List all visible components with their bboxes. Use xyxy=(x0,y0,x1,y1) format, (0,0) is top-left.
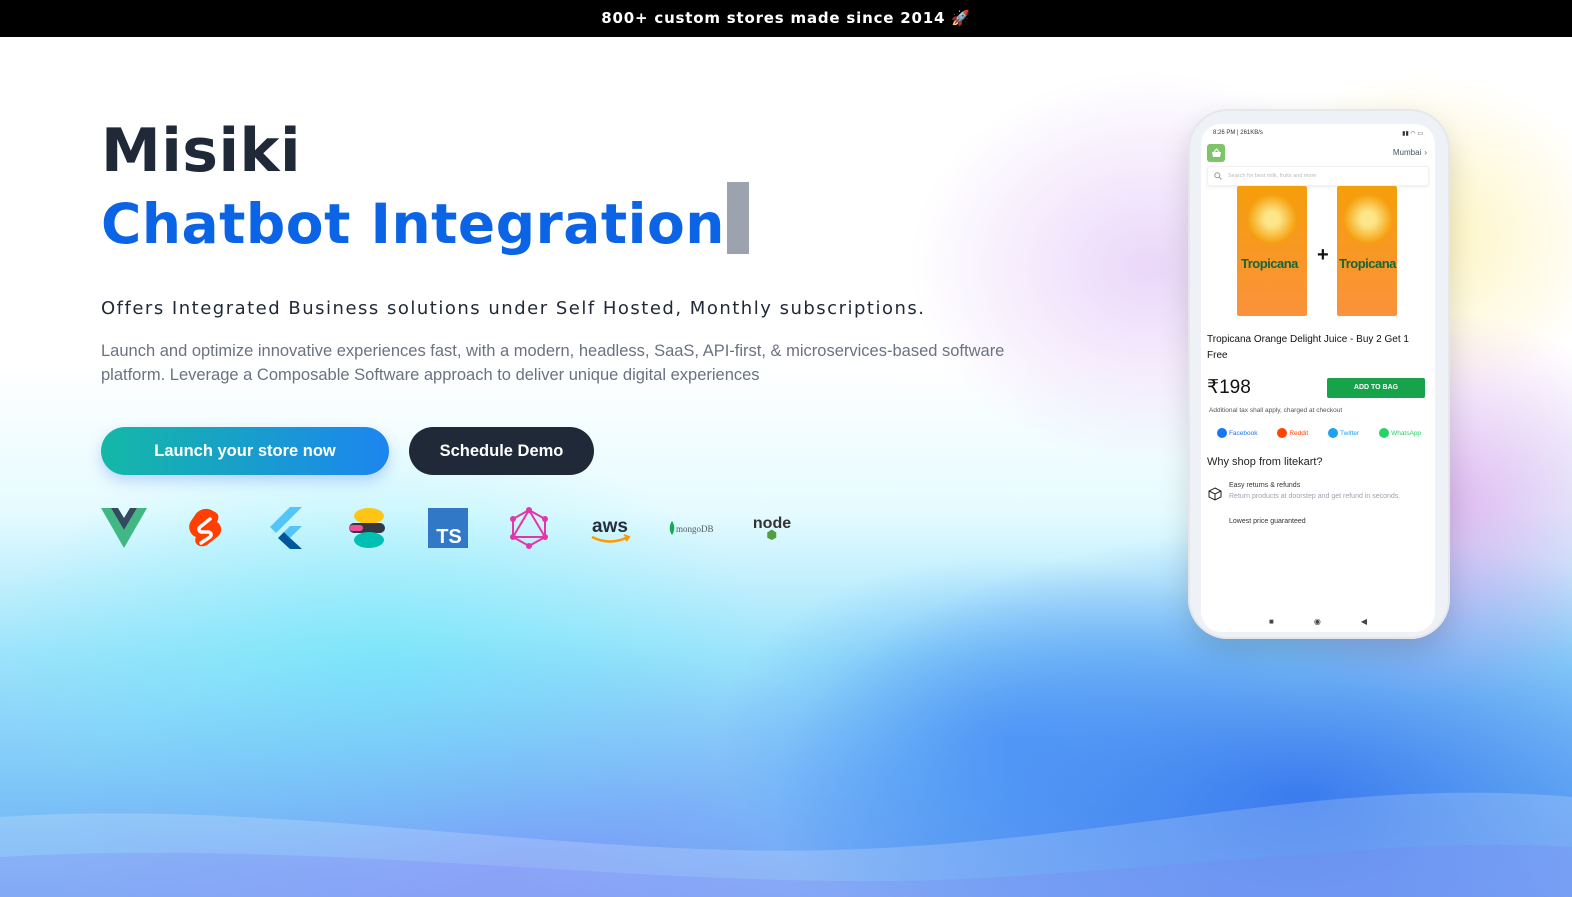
share-row: Facebook Reddit Twitter WhatsApp xyxy=(1201,414,1435,438)
feature-returns-title: Easy returns & refunds xyxy=(1229,482,1301,489)
svelte-icon xyxy=(182,506,228,550)
tax-note: Additional tax shall apply, charged at c… xyxy=(1209,407,1343,414)
aws-icon: aws xyxy=(587,506,633,550)
search-placeholder: Search for best milk, fruits and more xyxy=(1228,173,1317,179)
tech-logo-row: TS aws mongoDB node xyxy=(101,506,795,550)
nav-recent-icon[interactable]: ■ xyxy=(1269,617,1274,626)
plus-icon: + xyxy=(1317,244,1329,266)
why-shop-title: Why shop from litekart? xyxy=(1207,456,1323,468)
box-icon xyxy=(1208,487,1222,501)
reddit-icon xyxy=(1277,428,1288,438)
flutter-icon xyxy=(263,506,309,550)
price-row: ₹198 ADD TO BAG xyxy=(1201,364,1435,399)
nodejs-label: node xyxy=(753,515,791,532)
hero-section: Misiki Chatbot Integration Offers Integr… xyxy=(101,120,1081,475)
share-facebook-label: Facebook xyxy=(1228,429,1258,437)
status-icons: ▮▮ ◠ ▭ xyxy=(1402,131,1423,137)
carton-brand-left: Tropicana xyxy=(1241,256,1298,271)
facebook-icon xyxy=(1216,428,1227,438)
mongodb-icon: mongoDB xyxy=(668,506,714,550)
nav-back-icon[interactable]: ◀ xyxy=(1361,617,1367,626)
nodejs-icon: node xyxy=(749,506,795,550)
city-selector[interactable]: Mumbai › xyxy=(1393,148,1427,157)
app-header: Mumbai › xyxy=(1201,138,1435,164)
schedule-demo-button[interactable]: Schedule Demo xyxy=(409,427,594,475)
search-icon xyxy=(1214,172,1222,180)
carton-brand-right: Tropicana xyxy=(1339,256,1396,271)
hero-product-title: Chatbot Integration xyxy=(101,182,749,254)
vue-icon xyxy=(101,506,147,550)
feature-returns: Easy returns & refunds Return products a… xyxy=(1201,468,1435,502)
whatsapp-icon xyxy=(1379,428,1390,438)
aws-label: aws xyxy=(592,516,628,537)
hero-brand-title: Misiki xyxy=(101,116,302,186)
hero-cta-group: Launch your store now Schedule Demo xyxy=(101,427,1081,475)
share-whatsapp-label: WhatsApp xyxy=(1391,429,1422,437)
share-facebook[interactable]: Facebook xyxy=(1216,428,1258,438)
add-to-bag-button[interactable]: ADD TO BAG xyxy=(1327,377,1425,398)
hero-subtitle: Offers Integrated Business solutions und… xyxy=(101,298,926,319)
share-twitter-label: Twitter xyxy=(1340,429,1360,437)
share-reddit-label: Reddit xyxy=(1289,429,1309,437)
nav-home-icon[interactable]: ◉ xyxy=(1314,617,1321,626)
product-name: Tropicana Orange Delight Juice - Buy 2 G… xyxy=(1207,334,1409,361)
product-carton-right: Tropicana xyxy=(1337,186,1397,316)
typescript-icon: TS xyxy=(425,506,471,550)
announcement-text: 800+ custom stores made since 2014 🚀 xyxy=(601,9,971,27)
share-whatsapp[interactable]: WhatsApp xyxy=(1379,428,1421,438)
feature-lowest-price: Lowest price guaranteed xyxy=(1229,518,1306,525)
phone-nav-bar: ■ ◉ ◀ xyxy=(1201,617,1435,626)
mongodb-label: mongoDB xyxy=(676,524,714,534)
elastic-icon xyxy=(344,506,390,550)
status-time: 8:26 PM | 261KB/s xyxy=(1213,130,1263,136)
announcement-bar: 800+ custom stores made since 2014 🚀 xyxy=(0,0,1572,37)
hero-product-text: Chatbot Integration xyxy=(101,192,725,256)
app-search-bar[interactable]: Search for best milk, fruits and more xyxy=(1207,166,1429,186)
phone-status-bar: 8:26 PM | 261KB/s ▮▮ ◠ ▭ xyxy=(1201,124,1435,138)
city-label: Mumbai xyxy=(1392,148,1422,157)
share-reddit[interactable]: Reddit xyxy=(1277,428,1308,438)
graphql-icon xyxy=(506,506,552,550)
twitter-icon xyxy=(1328,428,1339,438)
typing-cursor xyxy=(726,182,749,254)
share-twitter[interactable]: Twitter xyxy=(1328,428,1359,438)
hero-description: Launch and optimize innovative experienc… xyxy=(101,342,1005,384)
product-price: ₹198 xyxy=(1207,377,1251,398)
feature-returns-sub: Return products at doorstep and get refu… xyxy=(1229,493,1401,500)
chevron-right-icon: › xyxy=(1424,148,1427,157)
product-carton-left: Tropicana xyxy=(1237,186,1307,316)
typescript-label: TS xyxy=(436,526,462,548)
product-image[interactable]: Tropicana + Tropicana xyxy=(1201,186,1435,326)
phone-screen: 8:26 PM | 261KB/s ▮▮ ◠ ▭ Mumbai › Search… xyxy=(1201,124,1435,632)
shopping-bag-icon[interactable] xyxy=(1207,143,1225,162)
launch-store-button[interactable]: Launch your store now xyxy=(101,427,389,475)
phone-mockup: 8:26 PM | 261KB/s ▮▮ ◠ ▭ Mumbai › Search… xyxy=(1188,109,1450,639)
